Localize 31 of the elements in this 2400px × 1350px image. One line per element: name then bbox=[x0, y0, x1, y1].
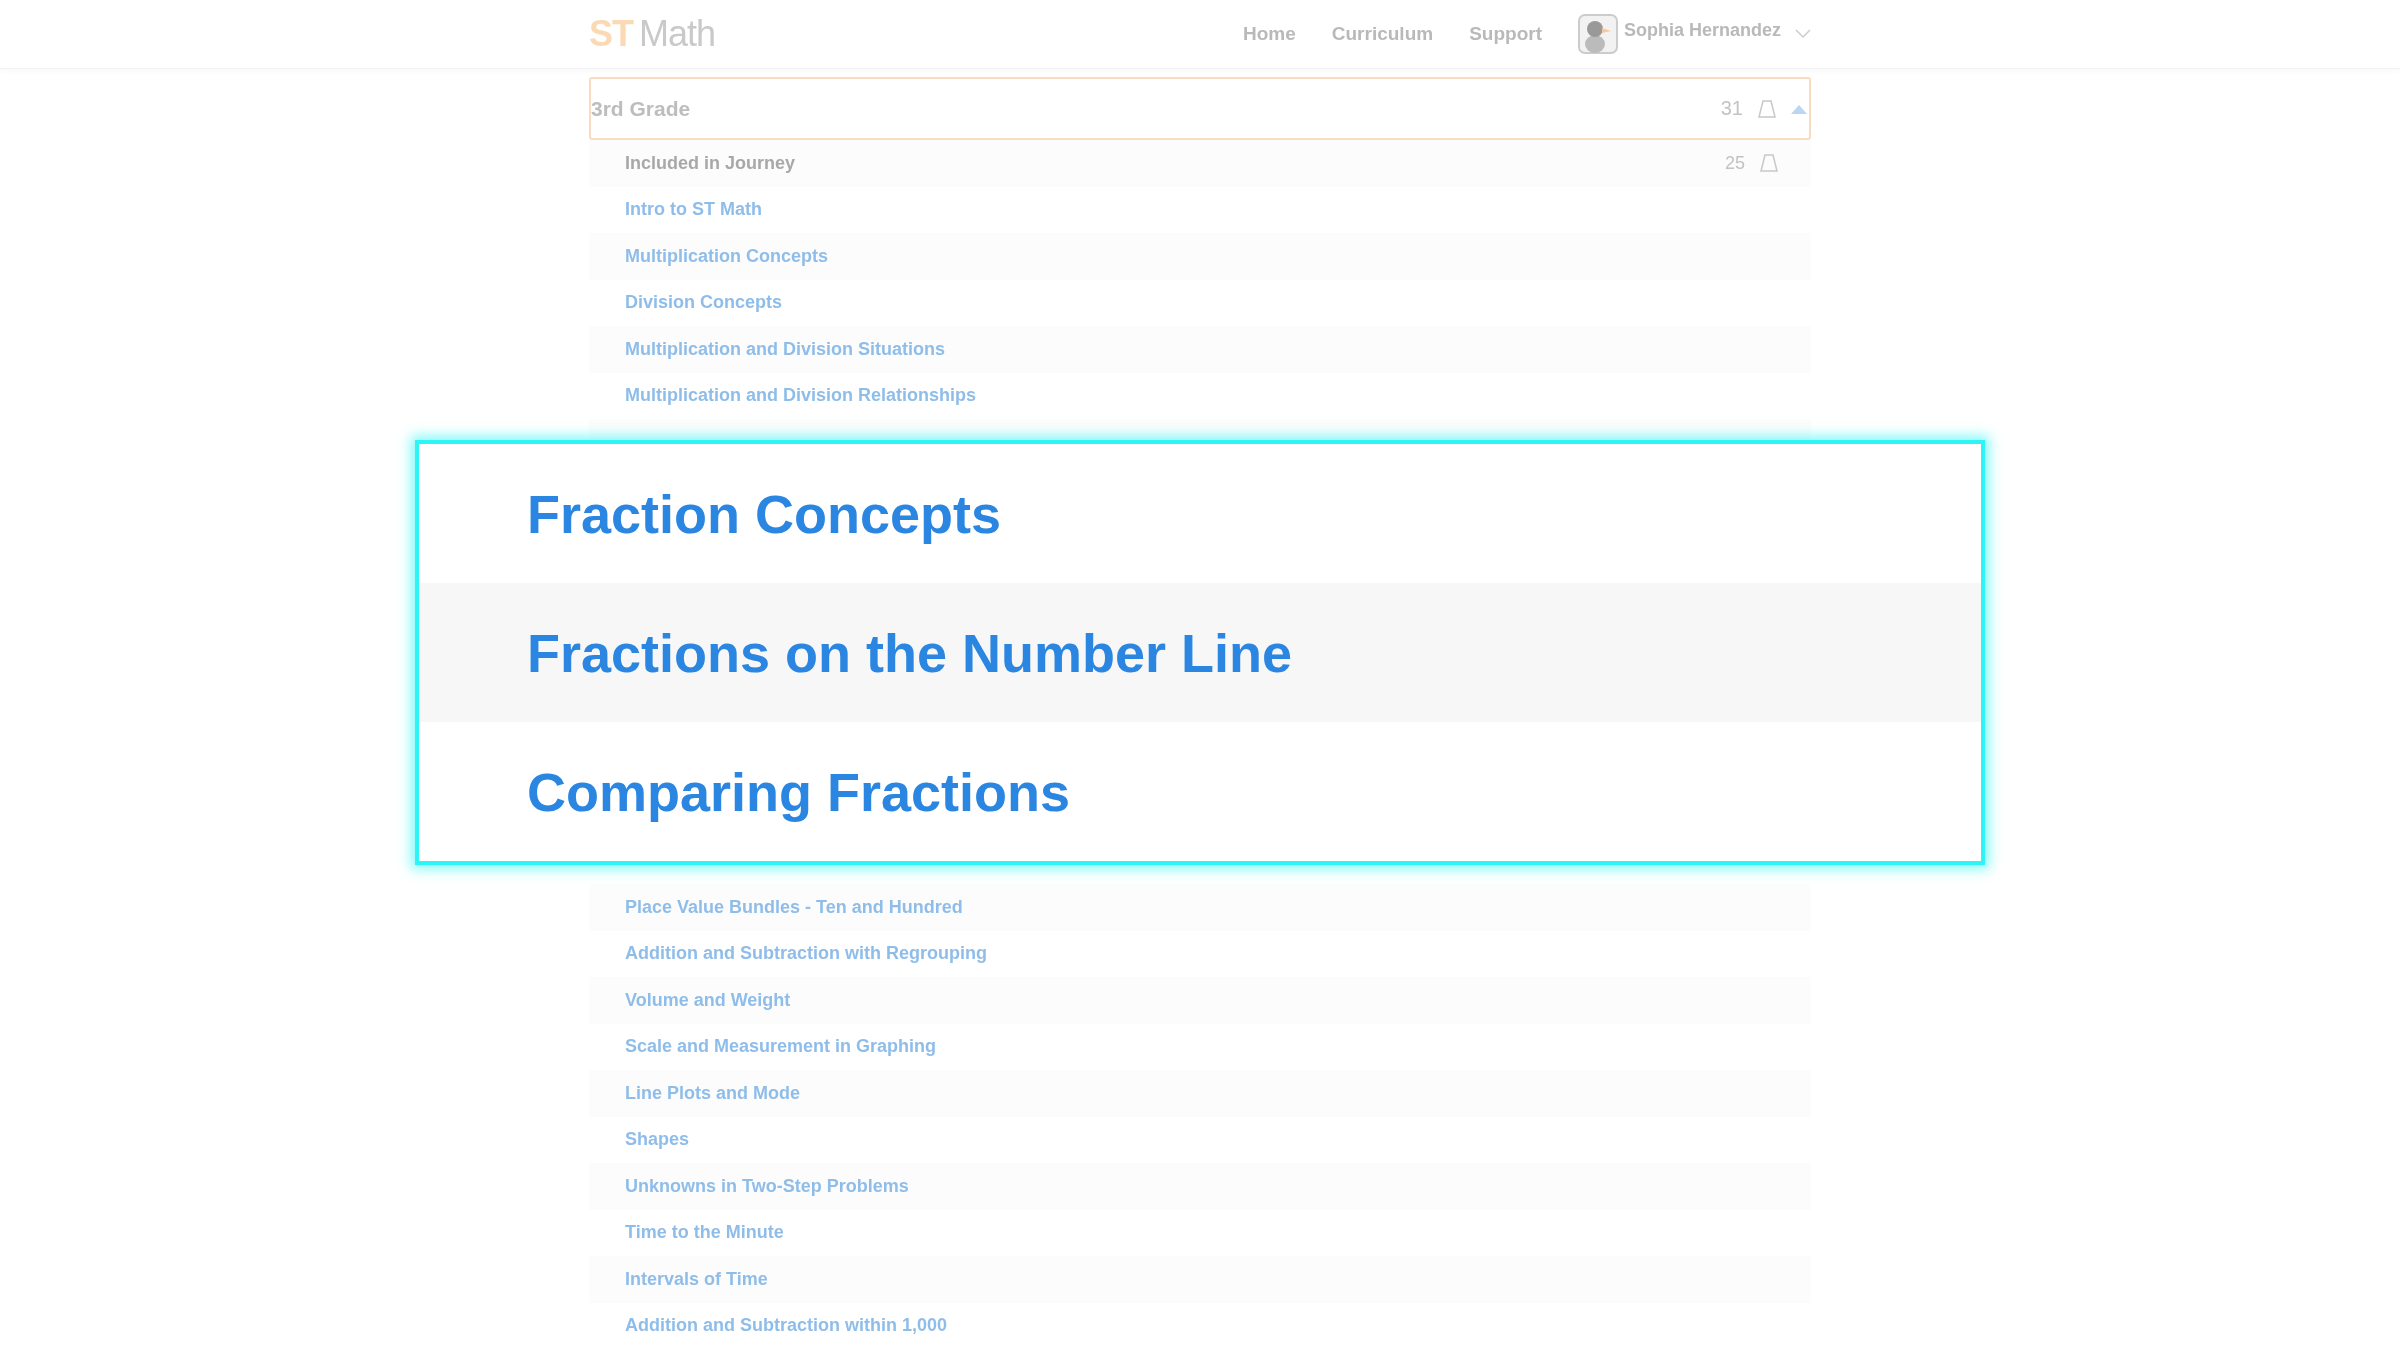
caret-up-icon[interactable] bbox=[1791, 103, 1807, 114]
lesson-link[interactable]: Multiplication Concepts bbox=[625, 245, 828, 267]
bell-icon bbox=[1757, 98, 1777, 119]
lesson-link[interactable]: Place Value Bundles - Ten and Hundred bbox=[625, 896, 963, 918]
lesson-link[interactable]: Shapes bbox=[625, 1129, 690, 1151]
lesson-link[interactable]: Volume and Weight bbox=[625, 989, 791, 1011]
nav-link[interactable]: Curriculum bbox=[1331, 23, 1434, 45]
lesson-link[interactable]: Unknowns in Two-Step Problems bbox=[625, 1175, 909, 1197]
user-name[interactable]: Sophia Hernandez bbox=[1623, 19, 1781, 41]
lesson-link[interactable]: Addition and Subtraction with Regrouping bbox=[625, 943, 987, 965]
lesson-link[interactable]: Multiplication and Division Situations bbox=[625, 338, 945, 360]
journey-count: 25 bbox=[1724, 152, 1745, 174]
lesson-link[interactable]: Addition and Subtraction within 1,000 bbox=[625, 1315, 947, 1337]
nav-link[interactable]: Support bbox=[1469, 23, 1542, 45]
lesson-link[interactable]: Line Plots and Mode bbox=[625, 1082, 800, 1104]
bell-icon bbox=[1759, 153, 1779, 174]
grade-title: 3rd Grade bbox=[591, 96, 692, 121]
lesson-link[interactable]: Scale and Measurement in Graphing bbox=[625, 1036, 937, 1058]
lesson-link[interactable]: Intro to ST Math bbox=[625, 199, 762, 221]
lesson-link[interactable]: Comparing Fractions bbox=[527, 760, 1071, 823]
lesson-count: 31 bbox=[1720, 97, 1743, 120]
grade-header[interactable]: 3rd Grade 31 bbox=[589, 77, 1811, 140]
lesson-link[interactable]: Division Concepts bbox=[625, 292, 783, 314]
journey-label: Included in Journey bbox=[625, 152, 797, 174]
penguin-avatar-icon[interactable] bbox=[1577, 14, 1618, 54]
lesson-link[interactable]: Intervals of Time bbox=[625, 1268, 768, 1290]
nav-link[interactable]: Home bbox=[1243, 23, 1296, 45]
lesson-link[interactable]: Multiplication and Division Relationships bbox=[625, 385, 977, 407]
lesson-link[interactable]: Time to the Minute bbox=[625, 1222, 784, 1244]
chevron-down-icon[interactable] bbox=[1795, 29, 1811, 39]
lesson-link[interactable]: Fraction Concepts bbox=[527, 482, 1002, 545]
